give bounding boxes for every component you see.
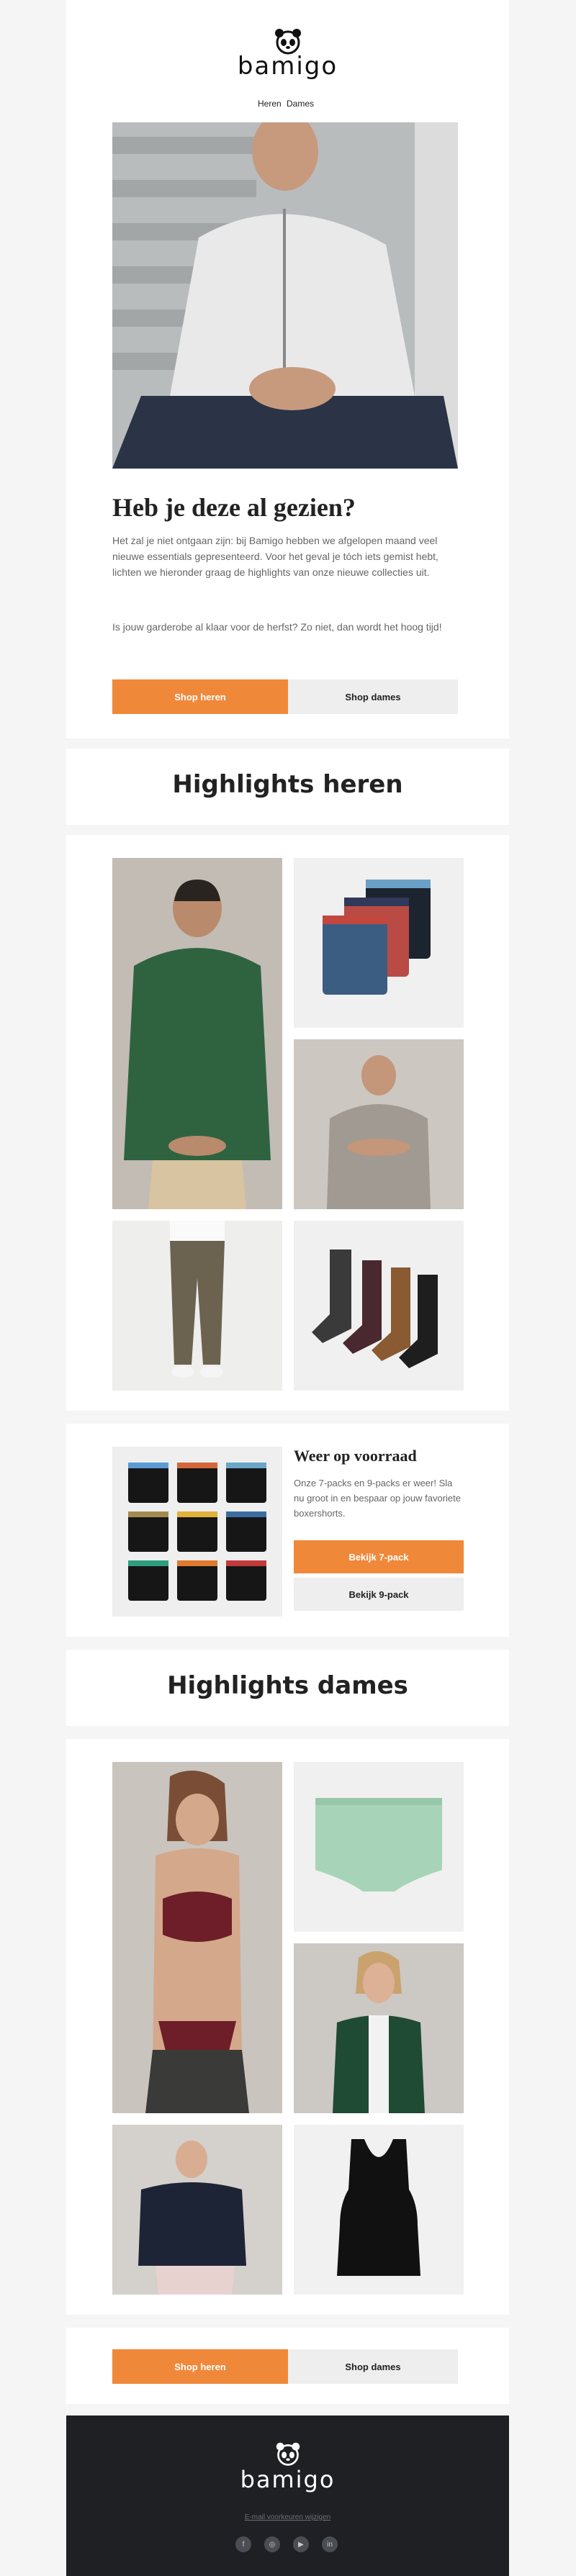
panda-logo-icon [276,2442,300,2466]
view-9pack-button[interactable]: Bekijk 9-pack [294,1578,464,1611]
highlights-men-header: Highlights heren [66,749,509,825]
nav-men-link[interactable]: Heren [258,99,282,109]
shop-men-button[interactable]: Shop heren [112,679,288,714]
product-image-mint-shorts[interactable] [294,1762,464,1932]
highlights-men-title: Highlights heren [172,770,403,799]
footer-wordmark: bamigo [240,2466,336,2493]
facebook-icon[interactable]: f [235,2536,251,2552]
restock-title: Weer op voorraad [294,1447,417,1465]
bottom-shop-men-button[interactable]: Shop heren [112,2349,288,2384]
highlights-men-grid [66,835,509,1411]
shop-women-button[interactable]: Shop dames [288,679,458,714]
hero-title: Heb je deze al gezien? [112,493,356,522]
highlights-women-grid [66,1739,509,2315]
bottom-cta-card: Shop heren Shop dames [66,2328,509,2404]
hero-card: bamigo Heren Dames Heb je deze al gezien… [66,0,509,738]
bottom-shop-women-button[interactable]: Shop dames [288,2349,458,2384]
product-image-boxer-3pack[interactable] [294,858,464,1028]
product-image-bra-set[interactable] [112,1762,282,2113]
hero-paragraph-1: Het zal je niet ontgaan zijn: bij Bamigo… [112,535,438,578]
highlights-women-header: Highlights dames [66,1650,509,1726]
brand-logo[interactable]: bamigo [66,27,509,85]
product-image-socks[interactable] [294,1221,464,1391]
product-image-green-sweater[interactable] [112,858,282,1209]
brand-wordmark: bamigo [237,52,338,81]
product-image-grey-longsleeve[interactable] [294,1039,464,1209]
email-preferences-link[interactable]: E-mail voorkeuren wijzigen [66,2513,509,2521]
linkedin-icon[interactable]: in [322,2536,338,2552]
youtube-icon[interactable]: ▶ [293,2536,309,2552]
nav-women-link[interactable]: Dames [287,99,314,109]
highlights-women-title: Highlights dames [167,1671,408,1700]
restock-card: Weer op voorraad Onze 7-packs en 9-packs… [66,1424,509,1637]
hero-paragraph-2: Is jouw garderobe al klaar voor de herfs… [112,621,442,633]
instagram-icon[interactable]: ◎ [264,2536,280,2552]
product-image-navy-longsleeve[interactable] [112,2125,282,2295]
restock-text: Onze 7-packs en 9-packs er weer! Sla nu … [294,1478,461,1519]
footer: bamigo E-mail voorkeuren wijzigen f ◎ ▶ … [66,2415,509,2576]
hero-image[interactable] [112,122,458,469]
product-image-chino-pants[interactable] [112,1221,282,1391]
footer-logo[interactable]: bamigo [66,2441,509,2499]
product-image-black-tanktop[interactable] [294,2125,464,2295]
product-image-boxer-9pack[interactable] [112,1447,282,1617]
product-image-green-cardigan[interactable] [294,1943,464,2113]
social-icons: f ◎ ▶ in [66,2536,509,2554]
view-7pack-button[interactable]: Bekijk 7-pack [294,1540,464,1573]
